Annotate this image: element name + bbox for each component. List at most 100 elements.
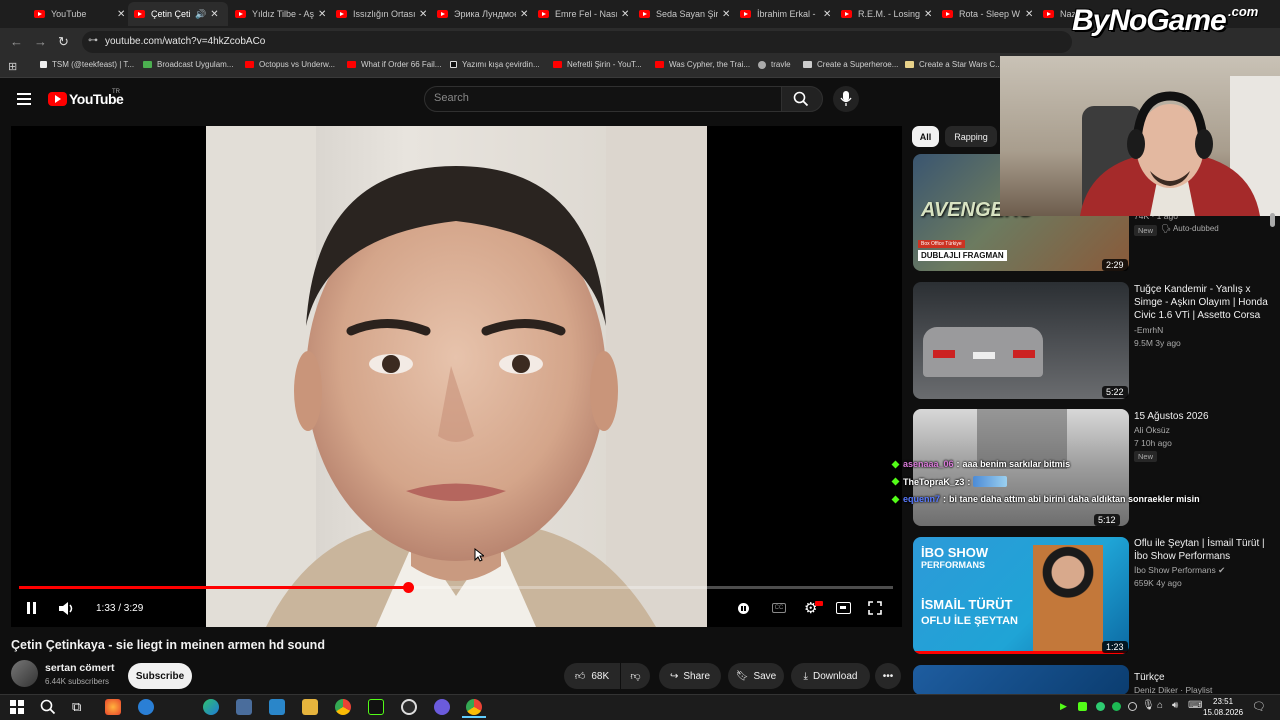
video-title-link[interactable]: Oflu ile Şeytan | İsmail Türüt | İbo Sho… xyxy=(1134,537,1274,563)
chip-rapping[interactable]: Rapping xyxy=(945,126,997,147)
tray-spotify-icon[interactable] xyxy=(1112,702,1121,711)
windows-start-icon[interactable] xyxy=(10,700,24,714)
browser-tab[interactable]: Эрика Лундмоен ✕ xyxy=(431,2,531,26)
file-explorer-icon[interactable] xyxy=(302,699,318,715)
discord-icon[interactable] xyxy=(434,699,450,715)
close-tab-icon[interactable]: ✕ xyxy=(621,9,629,20)
video-channel[interactable]: İbo Show Performans ✔ xyxy=(1134,565,1225,576)
browser-tab[interactable]: YouTube ✕ xyxy=(28,2,128,26)
mail-icon[interactable] xyxy=(269,699,285,715)
browser-tab[interactable]: Emre Fel - Nasıl ✕ xyxy=(532,2,632,26)
close-tab-icon[interactable]: ✕ xyxy=(318,9,326,20)
close-tab-icon[interactable]: ✕ xyxy=(520,9,528,20)
close-tab-icon[interactable]: ✕ xyxy=(210,9,218,20)
apps-grid-icon[interactable]: ⊞ xyxy=(8,60,17,73)
video-thumbnail[interactable]: İBO SHOW PERFORMANS İSMAİL TÜRÜT OFLU İL… xyxy=(913,537,1129,654)
browser-tab[interactable]: Issızlığın Ortasında ✕ xyxy=(330,2,430,26)
speaker-icon[interactable]: 🔊 xyxy=(195,9,206,20)
autoplay-toggle-icon[interactable] xyxy=(738,603,749,614)
bookmark-item[interactable]: travle xyxy=(758,60,791,69)
browser-tab-active[interactable]: Çetin Çetinkaya 🔊 ✕ xyxy=(128,2,228,26)
chrome-icon[interactable] xyxy=(335,699,351,715)
url-text[interactable]: youtube.com/watch?v=4hkZcobACo xyxy=(105,36,265,47)
back-icon[interactable]: ← xyxy=(10,34,23,49)
obs-icon[interactable] xyxy=(401,699,417,715)
tray-mic-icon[interactable]: 🎙︎ xyxy=(1142,700,1155,711)
tray-network-icon[interactable]: ⌂ xyxy=(1157,700,1163,711)
more-actions-button[interactable]: ••• xyxy=(875,663,901,689)
tray-volume-icon[interactable]: 🔊︎ xyxy=(1172,700,1178,711)
pause-icon[interactable] xyxy=(26,602,38,614)
video-title-link[interactable]: Tuğçe Kandemir - Yanlış x Simge - Aşkın … xyxy=(1134,283,1274,322)
dislike-button[interactable]: 👎︎ xyxy=(621,663,650,689)
bookmark-item[interactable]: Broadcast Uygulam... xyxy=(143,60,233,69)
video-meta: 7 10h ago xyxy=(1134,438,1172,448)
close-tab-icon[interactable]: ✕ xyxy=(924,9,932,20)
video-channel[interactable]: Ali Öksüz xyxy=(1134,425,1170,435)
video-thumbnail[interactable] xyxy=(913,282,1129,399)
playlist-thumbnail[interactable] xyxy=(913,665,1129,695)
notifications-icon[interactable]: 🗨︎ xyxy=(1252,700,1266,713)
firefox-icon[interactable] xyxy=(105,699,121,715)
browser-tab[interactable]: R.E.M. - Losing ✕ xyxy=(835,2,935,26)
close-tab-icon[interactable]: ✕ xyxy=(117,9,125,20)
chip-all[interactable]: All xyxy=(912,126,939,147)
app-icon[interactable] xyxy=(236,699,252,715)
tray-app-icon[interactable] xyxy=(1128,702,1137,711)
browser-tab[interactable]: Nazan xyxy=(1037,2,1077,26)
volume-icon[interactable] xyxy=(58,601,76,616)
sidebar-scrollbar[interactable] xyxy=(1270,213,1275,227)
close-tab-icon[interactable]: ✕ xyxy=(419,9,427,20)
close-tab-icon[interactable]: ✕ xyxy=(1025,9,1033,20)
channel-name[interactable]: sertan cömert xyxy=(45,662,114,674)
download-button[interactable]: ⤓ Download xyxy=(791,663,870,689)
close-tab-icon[interactable]: ✕ xyxy=(823,9,831,20)
video-channel[interactable]: -EmrhN xyxy=(1134,325,1163,335)
browser-tab[interactable]: Yıldız Tilbe - Aşkın ✕ xyxy=(229,2,329,26)
bookmark-item[interactable]: Nefretli Şirin - YouT... xyxy=(553,60,642,69)
close-tab-icon[interactable]: ✕ xyxy=(722,9,730,20)
captions-icon[interactable]: CC xyxy=(772,603,786,613)
channel-avatar[interactable] xyxy=(11,660,38,687)
reload-icon[interactable]: ↻ xyxy=(58,34,69,50)
browser-tab[interactable]: Seda Sayan Şirin ✕ xyxy=(633,2,733,26)
site-info-icon[interactable]: ⊶ xyxy=(88,35,98,46)
bookmark-item[interactable]: Octopus vs Underw... xyxy=(245,60,335,69)
subscribe-button[interactable]: Subscribe xyxy=(128,663,192,689)
like-button[interactable]: 👍︎ 68K xyxy=(564,663,620,689)
thumbnail-tag: Box Office Türkiye xyxy=(918,240,965,248)
tray-play-icon[interactable]: ▶ xyxy=(1060,701,1067,712)
playlist-title[interactable]: Türkçe xyxy=(1134,671,1274,684)
share-button[interactable]: ↪ Share xyxy=(659,663,721,689)
edge-icon[interactable] xyxy=(203,699,219,715)
video-title-link[interactable]: 15 Ağustos 2026 xyxy=(1134,410,1274,423)
browser-app-icon[interactable] xyxy=(138,699,154,715)
tab-title: Çetin Çetinkaya xyxy=(151,9,191,19)
tray-app-icon[interactable] xyxy=(1078,702,1087,711)
tray-app-icon[interactable] xyxy=(1096,702,1105,711)
forward-icon[interactable]: → xyxy=(34,34,47,49)
miniplayer-icon[interactable] xyxy=(836,602,851,614)
browser-tab[interactable]: Rota - Sleep W ✕ xyxy=(936,2,1036,26)
taskbar-search-icon[interactable] xyxy=(40,699,56,715)
clock-time[interactable]: 23:51 xyxy=(1213,697,1233,706)
browser-tab[interactable]: İbrahim Erkal - ✕ xyxy=(734,2,834,26)
tray-language-icon[interactable]: ⌨ xyxy=(1188,700,1202,711)
bookmark-item[interactable]: What if Order 66 Fail... xyxy=(347,60,441,69)
menu-icon[interactable] xyxy=(17,93,31,105)
bookmark-item[interactable]: Create a Star Wars C... xyxy=(905,60,1002,69)
save-button[interactable]: 🔖︎ Save xyxy=(728,663,784,689)
chrome-icon-active[interactable] xyxy=(466,699,482,715)
video-player[interactable] xyxy=(11,126,902,627)
bookmark-item[interactable]: Was Cypher, the Trai... xyxy=(655,60,750,69)
youtube-logo-icon[interactable] xyxy=(48,92,67,106)
fullscreen-icon[interactable] xyxy=(868,601,882,615)
search-input[interactable] xyxy=(424,86,782,112)
bookmark-item[interactable]: Create a Superheroe... xyxy=(803,60,898,69)
clock-date[interactable]: 15.08.2026 xyxy=(1203,708,1243,717)
bookmark-item[interactable]: Yazımı kışa çevirdin... xyxy=(450,60,540,69)
task-view-icon[interactable]: ⧉ xyxy=(72,699,81,715)
streaming-app-icon[interactable] xyxy=(368,699,384,715)
bookmark-item[interactable]: TSM (@teekfeast) | T... xyxy=(40,60,134,69)
progress-scrubber[interactable] xyxy=(403,582,414,593)
